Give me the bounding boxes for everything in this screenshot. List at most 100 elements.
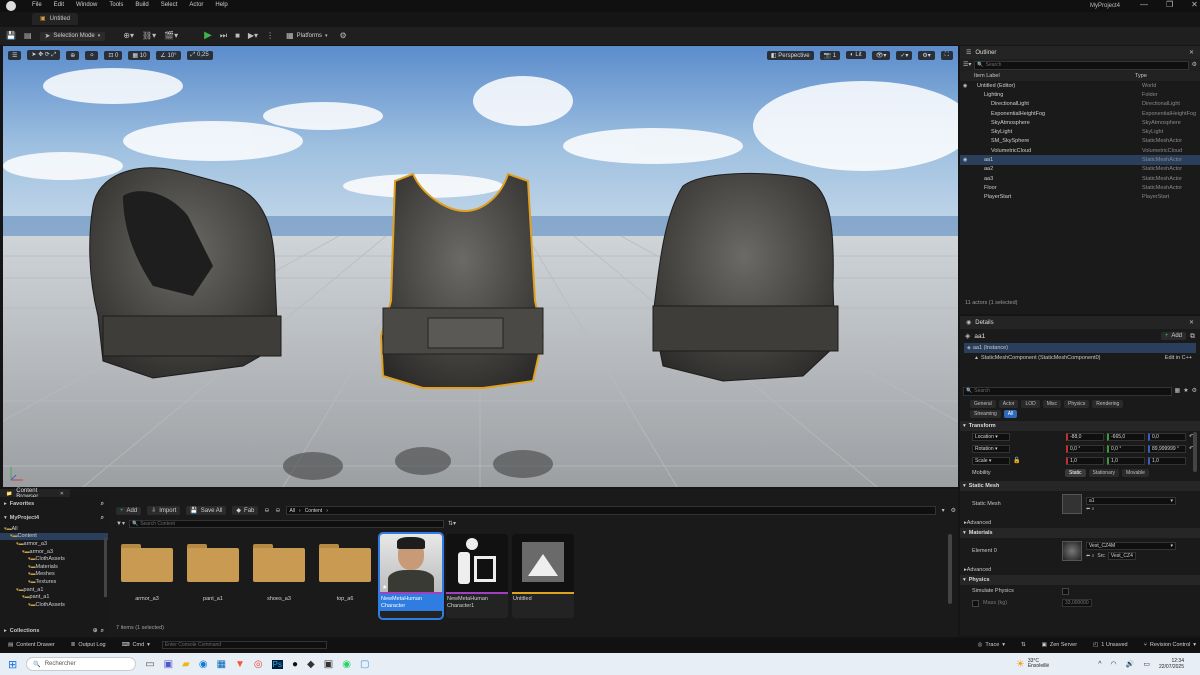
- cb-settings-icon[interactable]: ⚙: [951, 508, 956, 514]
- outliner-row[interactable]: aa3 StaticMeshActor: [960, 174, 1200, 183]
- search-icon[interactable]: ⌕: [101, 501, 104, 507]
- favorites-section[interactable]: ▸ Favorites ⌕: [0, 497, 108, 511]
- tree-folder[interactable]: ▾▬ Content: [0, 532, 108, 541]
- tab-physics[interactable]: Physics: [1064, 400, 1090, 408]
- asset-tile[interactable]: armor_a3: [116, 534, 178, 618]
- tree-folder[interactable]: ▾▬ pant_a1: [0, 586, 108, 594]
- menu-edit[interactable]: Edit: [54, 2, 64, 8]
- asset-scrollbar[interactable]: [948, 534, 952, 604]
- back-icon[interactable]: ⊖: [264, 508, 269, 514]
- outliner-row[interactable]: SkyAtmosphere SkyAtmosphere: [960, 118, 1200, 127]
- details-settings-icon[interactable]: ⚙: [1192, 388, 1197, 394]
- static-mesh-picker[interactable]: a1 ▾: [1086, 496, 1176, 505]
- mobility-movable[interactable]: Movable: [1122, 469, 1149, 477]
- asset-tile[interactable]: pant_a1: [182, 534, 244, 618]
- store-icon[interactable]: ▦: [217, 659, 226, 670]
- forward-icon[interactable]: ⊖: [275, 508, 280, 514]
- epic-games-icon[interactable]: ▣: [324, 659, 333, 670]
- breadcrumb-all[interactable]: All: [289, 508, 295, 514]
- rotation-y[interactable]: 0,0 °: [1107, 445, 1145, 453]
- edit-cpp-link[interactable]: Edit in C++: [1165, 355, 1192, 361]
- surface-snap-icon[interactable]: ⚪: [85, 50, 99, 60]
- component-row[interactable]: ▲ StaticMeshComponent (StaticMeshCompone…: [964, 353, 1196, 363]
- more-options-icon[interactable]: ⋮: [266, 32, 274, 40]
- chrome-icon[interactable]: ◎: [254, 659, 263, 670]
- tree-scrollbar[interactable]: [104, 537, 107, 597]
- scale-x[interactable]: 1,0: [1066, 457, 1104, 465]
- mass-checkbox[interactable]: [972, 599, 979, 607]
- outliner-row[interactable]: SkyLight SkyLight: [960, 127, 1200, 136]
- add-content-icon[interactable]: ⊕▾: [123, 32, 134, 40]
- asset-tile[interactable]: NewMetaHuman Character1: [446, 534, 508, 618]
- asset-tile[interactable]: Untitled: [512, 534, 574, 618]
- hamburger-icon[interactable]: ☰: [8, 50, 22, 60]
- favorite-icon[interactable]: ★: [1183, 388, 1188, 394]
- outliner-row[interactable]: ExponentialHeightFog ExponentialHeightFog: [960, 109, 1200, 118]
- content-search-input[interactable]: 🔍 Search Content: [128, 520, 444, 528]
- mode-dropdown[interactable]: ➤ Selection Mode ▾: [39, 31, 106, 41]
- camera-speed[interactable]: 📷 1: [819, 50, 841, 60]
- search-icon[interactable]: ⌕: [101, 515, 104, 521]
- details-scrollbar[interactable]: [1193, 432, 1197, 472]
- mesh-thumbnail[interactable]: [1062, 494, 1082, 514]
- menu-actor[interactable]: Actor: [189, 2, 203, 8]
- outliner-row[interactable]: aa2 StaticMeshActor: [960, 165, 1200, 174]
- tab-general[interactable]: General: [970, 400, 996, 408]
- location-y[interactable]: -665,0: [1107, 433, 1145, 441]
- material-picker[interactable]: Vest_CZ4M ▾: [1086, 542, 1176, 550]
- unreal-taskbar-icon[interactable]: ●: [292, 659, 298, 670]
- browse-asset-icon[interactable]: ⬅ ⌕: [1086, 506, 1176, 512]
- col-item-label[interactable]: Item Label: [974, 73, 1135, 79]
- menu-build[interactable]: Build: [135, 2, 148, 8]
- edge-icon[interactable]: ◉: [199, 659, 208, 670]
- mobility-static[interactable]: Static: [1065, 469, 1086, 477]
- tree-folder[interactable]: ▾▬ armor_a3: [0, 548, 108, 556]
- taskbar-search-input[interactable]: 🔍 Rechercher: [26, 657, 137, 671]
- play-icon[interactable]: ▶: [204, 31, 212, 41]
- breadcrumb-content[interactable]: Content: [305, 508, 323, 514]
- add-collection-icon[interactable]: ⊕: [93, 628, 98, 634]
- physics-category[interactable]: ▾ Physics: [960, 575, 1200, 585]
- volume-icon[interactable]: 🔊: [1126, 660, 1135, 668]
- filter-icon[interactable]: ☰▾: [963, 62, 971, 68]
- rotation-x[interactable]: 0,0 °: [1066, 445, 1104, 453]
- windows-start-icon[interactable]: ⊞: [8, 658, 17, 671]
- lock-icon[interactable]: 🔓: [1013, 458, 1063, 464]
- add-component-button[interactable]: + Add: [1160, 332, 1186, 340]
- tree-folder[interactable]: ▾▬ ClothAssets: [0, 555, 108, 563]
- revision-control-button[interactable]: ⑂ Revision Control ▾: [1140, 641, 1200, 649]
- outliner-row[interactable]: Floor StaticMeshActor: [960, 183, 1200, 192]
- tree-folder[interactable]: ▾▬ pant_a1: [0, 593, 108, 601]
- trace-button[interactable]: ◎ Trace ▾: [974, 641, 1009, 649]
- wifi-icon[interactable]: ◠: [1111, 660, 1117, 668]
- advanced-row[interactable]: ▸ Advanced: [960, 517, 1200, 528]
- minimize-icon[interactable]: —: [1140, 1, 1148, 9]
- grid-view-icon[interactable]: ▦: [1175, 388, 1181, 394]
- menu-window[interactable]: Window: [76, 2, 97, 8]
- src-value[interactable]: Vest_CZ4: [1107, 552, 1136, 560]
- derived-data-button[interactable]: ⇅: [1017, 641, 1030, 649]
- blueprint-icon[interactable]: ⧉: [1190, 333, 1195, 340]
- tree-folder[interactable]: ▾▬ Meshes: [0, 571, 108, 579]
- scale-y[interactable]: 1,0: [1107, 457, 1145, 465]
- simulate-physics-checkbox[interactable]: [1062, 587, 1069, 595]
- rotation-snap[interactable]: ⊡ 0: [104, 50, 123, 60]
- outliner-row[interactable]: PlayerStart PlayerStart: [960, 193, 1200, 202]
- tab-actor[interactable]: Actor: [998, 400, 1019, 408]
- weather-widget[interactable]: ☀ 33°C Ensoleillé: [1016, 658, 1049, 670]
- asset-tile[interactable]: ★ NewMetaHuman Character: [378, 532, 444, 620]
- epic-icon[interactable]: ◆: [307, 659, 315, 670]
- tray-chevron-icon[interactable]: ^: [1098, 661, 1101, 668]
- actor-name[interactable]: aa1: [974, 333, 985, 340]
- level-viewport[interactable]: ☰ ➤ ✥ ⟳ ⤢ ⊕ ⚪ ⊡ 0 ▦ 10 ∠ 10° ⤢ 0,25 ◧ Pe…: [3, 46, 958, 487]
- photoshop-icon[interactable]: Ps: [271, 659, 283, 669]
- details-tab[interactable]: ◉ Details ✕: [960, 316, 1200, 329]
- task-view-icon[interactable]: ▭: [145, 659, 154, 670]
- realtime-icon[interactable]: ✓▾: [896, 50, 913, 60]
- advanced-row[interactable]: ▸ Advanced: [960, 564, 1200, 575]
- materials-category[interactable]: ▾ Materials: [960, 528, 1200, 538]
- cmd-dropdown[interactable]: ⌨ Cmd ▾: [118, 641, 154, 649]
- tree-folder[interactable]: ▾▬ All: [0, 525, 108, 533]
- close-window-icon[interactable]: ✕: [1191, 1, 1198, 9]
- save-icon[interactable]: 💾: [6, 32, 16, 40]
